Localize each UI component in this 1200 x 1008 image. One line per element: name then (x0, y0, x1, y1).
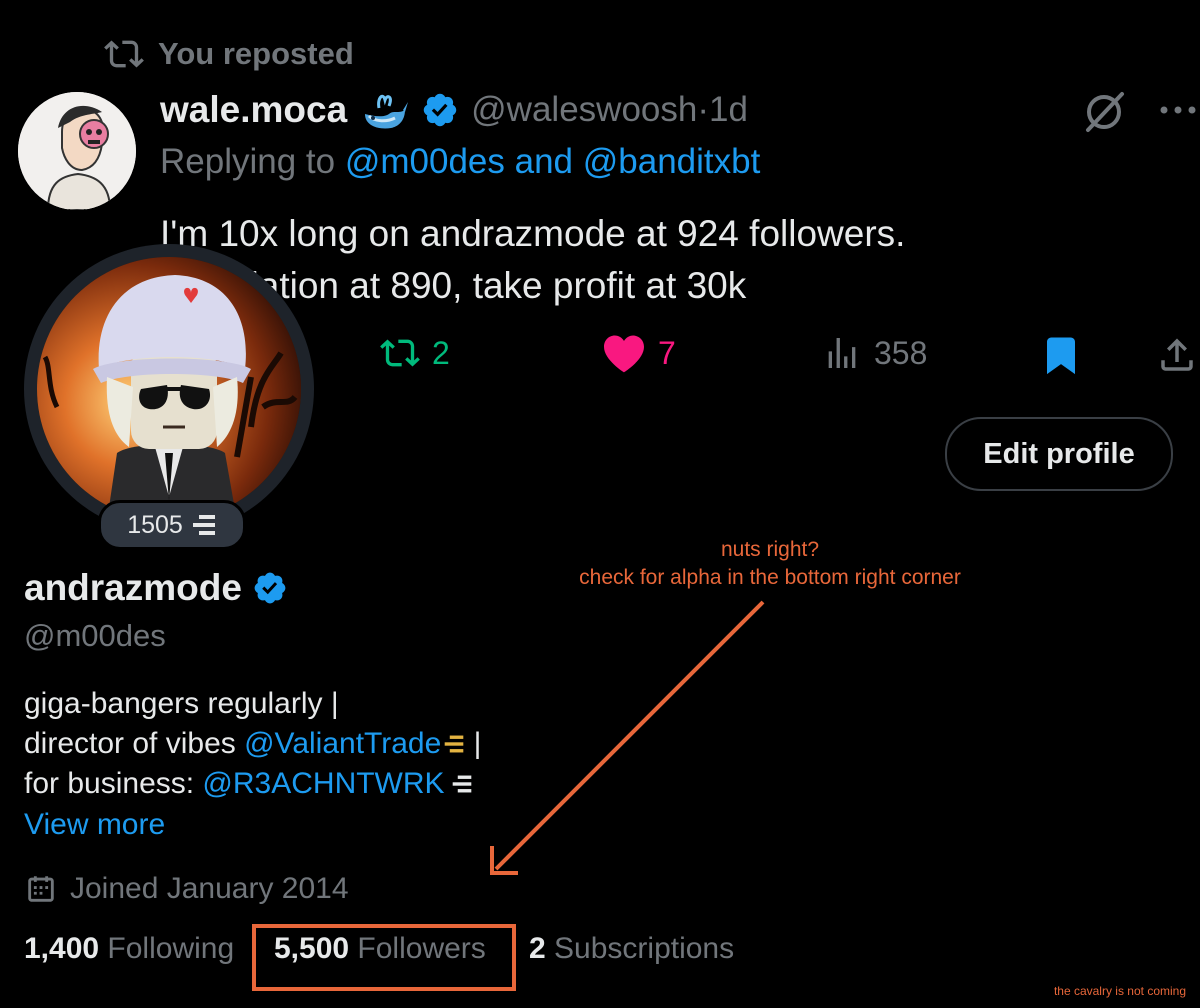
bio-line: director of vibes @ValiantTrade | (24, 724, 481, 764)
more-icon[interactable] (1158, 100, 1198, 120)
avatar-count-badge[interactable]: 1505 (98, 500, 246, 550)
tweet-author-handle[interactable]: @waleswoosh·1d (471, 90, 748, 130)
repost-button[interactable]: 2 (380, 330, 450, 376)
profile-handle: @m00des (24, 618, 166, 653)
bio-line: for business: @R3ACHNTWRK (24, 764, 481, 804)
subscriptions-count: 2 (529, 932, 546, 965)
footer-annotation: the cavalry is not coming (1053, 984, 1186, 998)
repost-label: You reposted (158, 36, 354, 71)
avatar-illustration (18, 92, 136, 210)
like-button[interactable]: 7 (602, 330, 676, 376)
following-stat[interactable]: 1,400 Following (24, 932, 234, 966)
replying-to-line: Replying to @m00des and @banditxbt (160, 142, 760, 182)
subscriptions-label: Subscriptions (554, 932, 735, 965)
affiliate-badge-icon (192, 515, 215, 535)
tweet-author-name[interactable]: wale.moca (160, 89, 347, 131)
tweet-text-line: Liquidation at 890, take profit at 30k (160, 265, 747, 306)
profile-avatar[interactable] (37, 257, 301, 521)
affiliate-badge-icon (445, 735, 464, 753)
repost-icon (104, 40, 144, 68)
reply-mention-2[interactable]: @banditxbt (583, 142, 761, 181)
tweet-text-line: I'm 10x long on andrazmode at 924 follow… (160, 213, 906, 254)
bio-text: | (465, 727, 482, 760)
share-icon[interactable] (1156, 333, 1198, 377)
joined-date: Joined January 2014 (24, 868, 349, 910)
tweet-header: wale.moca @waleswoosh·1d (160, 86, 748, 134)
grok-icon[interactable] (1080, 88, 1128, 136)
bio-mention-valianttrade[interactable]: @ValiantTrade (244, 727, 441, 760)
profile-bio: giga-bangers regularly | director of vib… (24, 684, 481, 804)
view-more-link[interactable]: View more (24, 808, 165, 842)
profile-name-row: andrazmode (24, 565, 288, 611)
badge-count: 1505 (127, 510, 183, 539)
bio-text: for business: (24, 767, 203, 800)
following-count: 1,400 (24, 932, 100, 965)
following-label: Following (107, 932, 235, 965)
separator: · (697, 90, 709, 129)
bio-text: director of vibes (24, 727, 245, 760)
verified-icon (254, 572, 286, 604)
like-count: 7 (658, 334, 676, 371)
joined-text: Joined January 2014 (70, 872, 349, 905)
annotation-line: check for alpha in the bottom right corn… (579, 566, 961, 589)
reply-and: and (504, 142, 583, 181)
avatar-illustration (37, 257, 301, 521)
followers-highlight-box (252, 924, 516, 991)
views-button[interactable]: 358 (822, 330, 927, 376)
bio-mention-r3achntwrk[interactable]: @R3ACHNTWRK (202, 767, 444, 800)
verified-icon (423, 93, 457, 127)
tweet-age: 1d (709, 90, 748, 129)
annotation-note: nuts right? check for alpha in the botto… (520, 536, 1020, 592)
repost-header: You reposted (104, 34, 354, 74)
views-count: 358 (874, 334, 928, 371)
tweet-body: I'm 10x long on andrazmode at 924 follow… (160, 208, 1160, 312)
handle-text: @waleswoosh (471, 90, 698, 129)
profile-display-name: andrazmode (24, 567, 242, 608)
annotation-line: nuts right? (720, 538, 820, 561)
affiliate-badge-icon (452, 775, 471, 793)
bookmark-icon[interactable] (1040, 333, 1082, 377)
calendar-icon (28, 876, 54, 902)
whale-emoji-icon (365, 94, 409, 129)
repost-count: 2 (432, 334, 450, 371)
reply-mention-1[interactable]: @m00des (345, 142, 505, 181)
like-icon (604, 335, 644, 373)
reply-prefix: Replying to (160, 142, 345, 181)
tweet-author-avatar[interactable] (18, 92, 136, 210)
bio-line: giga-bangers regularly | (24, 687, 339, 720)
edit-profile-button[interactable]: Edit profile (945, 417, 1173, 491)
repost-icon (380, 339, 420, 367)
views-icon (828, 338, 856, 368)
subscriptions-stat[interactable]: 2 Subscriptions (529, 932, 734, 966)
